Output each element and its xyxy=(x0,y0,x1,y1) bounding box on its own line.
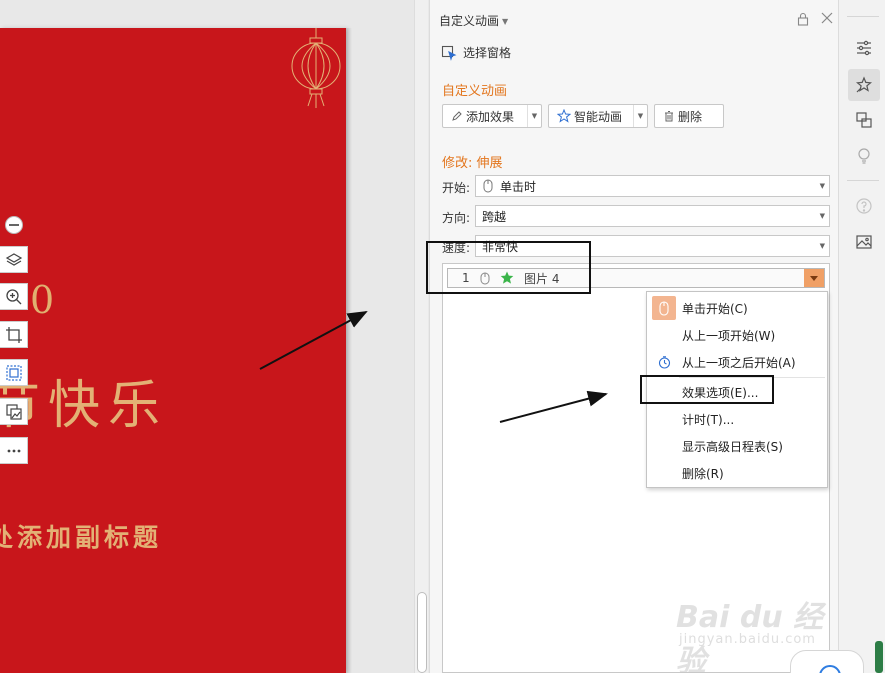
sidebar-idea-button[interactable] xyxy=(848,140,880,172)
menu-item-remove[interactable]: 删除(R) xyxy=(647,460,827,486)
smart-animation-label: 智能动画 xyxy=(574,109,623,124)
delete-label: 删除 xyxy=(678,109,703,124)
transition-icon xyxy=(856,112,872,128)
pane-title: 自定义动画 xyxy=(439,14,500,28)
crop-button[interactable] xyxy=(0,321,28,348)
sidebar-scroll-indicator[interactable] xyxy=(875,641,883,673)
animation-item-dropdown-button[interactable] xyxy=(804,269,824,287)
smart-animation-button[interactable]: 智能动画 ▼ xyxy=(548,104,648,128)
menu-item-start-with-previous[interactable]: 从上一项开始(W) xyxy=(647,322,827,348)
more-icon xyxy=(7,449,20,452)
chevron-down-icon xyxy=(810,275,818,281)
slide-canvas-area: 0 节快乐 处添加副标题 xyxy=(0,0,415,673)
menu-item-start-after-previous[interactable]: 从上一项之后开始(A) xyxy=(647,349,827,375)
chevron-down-icon: ▼ xyxy=(819,212,825,220)
crop-icon xyxy=(5,326,22,343)
floating-assistant-button[interactable] xyxy=(790,650,864,673)
pane-title-dropdown[interactable]: 自定义动画 ▼ xyxy=(439,12,508,29)
zoom-image-button[interactable] xyxy=(0,283,28,310)
start-label: 开始: xyxy=(442,181,471,195)
select-pane-label: 选择窗格 xyxy=(463,46,512,60)
chevron-down-icon[interactable]: ▼ xyxy=(633,105,647,127)
slide-digit-text: 0 xyxy=(30,278,55,322)
modify-effect-title: 修改: 伸展 xyxy=(442,156,503,171)
direction-label: 方向: xyxy=(442,211,471,225)
sidebar-separator xyxy=(847,180,879,181)
star-magic-icon xyxy=(557,109,571,123)
chevron-down-icon[interactable]: ▼ xyxy=(527,105,541,127)
change-picture-icon xyxy=(5,403,22,420)
lightbulb-icon xyxy=(858,148,870,164)
layers-button[interactable] xyxy=(0,246,28,273)
slide-subtitle-placeholder[interactable]: 处添加副标题 xyxy=(0,518,162,554)
more-options-button[interactable] xyxy=(0,437,28,464)
trash-icon xyxy=(665,111,673,122)
slide-shadow xyxy=(346,28,352,673)
picture-frame-button[interactable] xyxy=(0,359,28,386)
start-select[interactable]: 单击时 ▼ xyxy=(475,175,830,197)
direction-select[interactable]: 跨越 ▼ xyxy=(475,205,830,227)
sidebar-transition-button[interactable] xyxy=(848,104,880,136)
canvas-scrollbar-thumb[interactable] xyxy=(417,592,427,673)
zoom-in-icon xyxy=(5,288,21,304)
close-icon[interactable] xyxy=(820,11,834,25)
star-animation-icon xyxy=(855,76,873,93)
sidebar-help-button[interactable] xyxy=(848,190,880,222)
pencil-icon xyxy=(452,111,462,121)
assistant-icon xyxy=(819,665,841,673)
lock-icon[interactable] xyxy=(796,12,810,26)
select-pane-link[interactable]: 选择窗格 xyxy=(441,44,511,61)
clock-icon xyxy=(658,355,670,369)
sidebar-image-button[interactable] xyxy=(848,226,880,258)
chevron-down-icon: ▼ xyxy=(819,182,825,190)
selection-pane-icon xyxy=(441,45,457,61)
picture-select-icon xyxy=(5,364,22,381)
annotation-box-effect-options xyxy=(640,375,774,404)
menu-item-timing[interactable]: 计时(T)... xyxy=(647,406,827,432)
help-icon xyxy=(856,198,872,214)
slide[interactable]: 0 节快乐 处添加副标题 xyxy=(0,28,346,673)
annotation-box-animation-item xyxy=(426,241,591,294)
canvas-scrollbar[interactable] xyxy=(414,0,428,673)
mouse-click-icon xyxy=(659,300,669,316)
sliders-icon xyxy=(857,40,871,56)
menu-item-start-on-click[interactable]: 单击开始(C) xyxy=(647,295,827,321)
direction-value: 跨越 xyxy=(482,209,507,224)
sidebar-animation-button[interactable] xyxy=(848,69,880,101)
collapse-toolbar-button[interactable] xyxy=(5,216,23,234)
section-title: 自定义动画 xyxy=(442,84,508,99)
chevron-down-icon: ▼ xyxy=(819,242,825,250)
layers-icon xyxy=(5,252,22,266)
start-value: 单击时 xyxy=(500,179,537,194)
chevron-down-icon: ▼ xyxy=(502,17,509,26)
image-icon xyxy=(856,235,872,249)
sidebar-separator xyxy=(847,16,879,17)
menu-item-show-advanced-timeline[interactable]: 显示高级日程表(S) xyxy=(647,433,827,459)
mouse-icon xyxy=(483,179,493,193)
sidebar-properties-button[interactable] xyxy=(848,32,880,64)
add-effect-label: 添加效果 xyxy=(466,109,515,124)
lantern-decoration-icon xyxy=(291,28,341,108)
add-effect-button[interactable]: 添加效果 ▼ xyxy=(442,104,542,128)
change-picture-button[interactable] xyxy=(0,398,28,425)
right-sidebar xyxy=(838,0,885,673)
delete-button[interactable]: 删除 xyxy=(654,104,724,128)
